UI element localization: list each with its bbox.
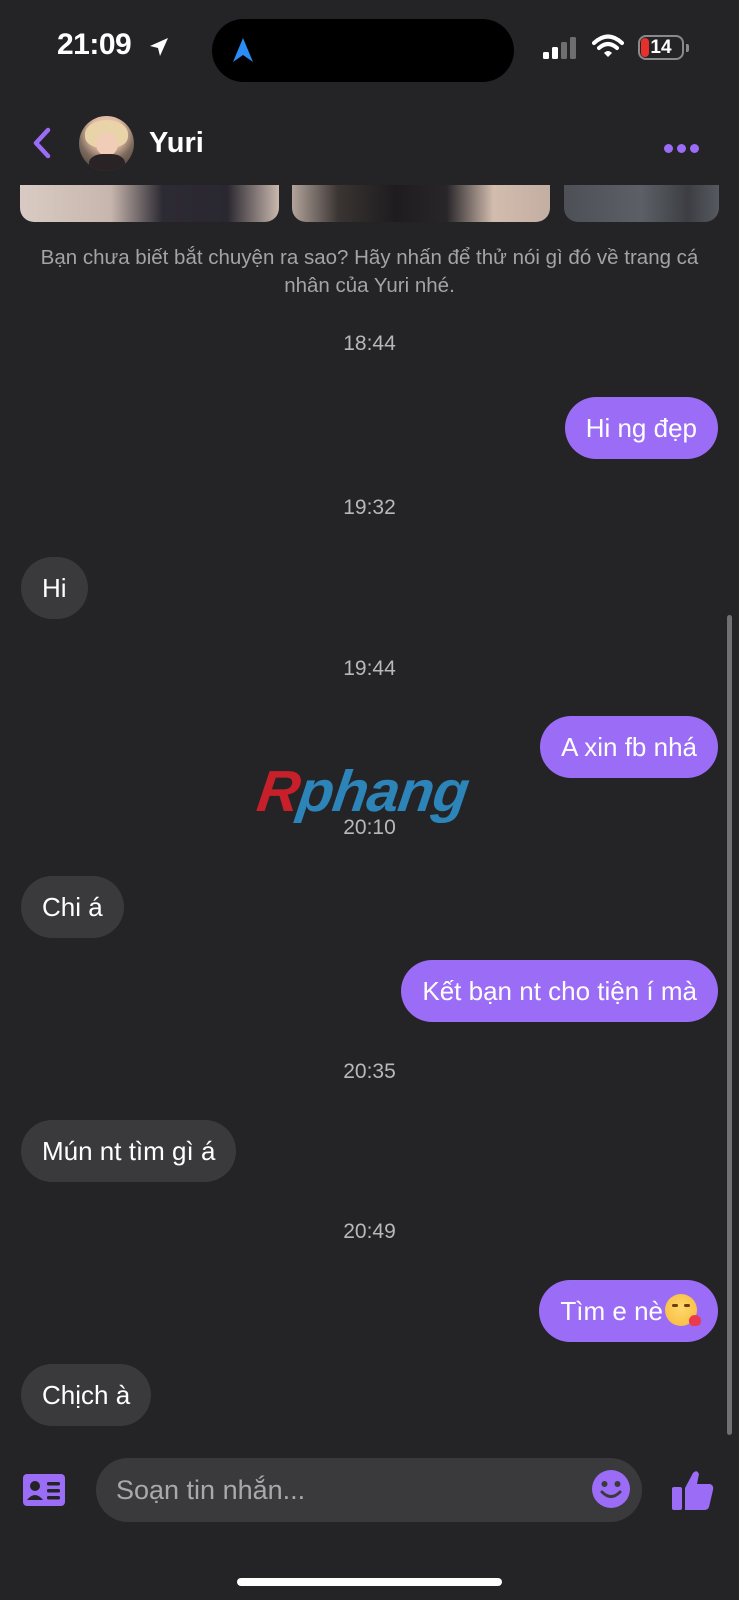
message-input[interactable]: [96, 1458, 642, 1522]
outgoing-message[interactable]: Kết bạn nt cho tiện í mà: [401, 960, 718, 1022]
battery-icon: 14: [638, 35, 689, 60]
incoming-message[interactable]: Mún nt tìm gì á: [21, 1120, 237, 1182]
message-timestamp: 19:44: [343, 657, 396, 680]
message-timestamp: 20:49: [343, 1220, 396, 1243]
wifi-icon: [592, 34, 624, 57]
back-chevron-icon[interactable]: [28, 126, 56, 160]
message-timestamp: 18:44: [343, 332, 396, 355]
contact-name[interactable]: Yuri: [149, 127, 204, 160]
chat-header: Yuri: [0, 110, 739, 185]
dynamic-island: [212, 19, 514, 82]
contact-card-icon[interactable]: [23, 1474, 65, 1506]
home-indicator[interactable]: [237, 1578, 502, 1586]
kissing-face-emoji: [665, 1294, 701, 1326]
incoming-message[interactable]: Chi á: [21, 876, 124, 938]
more-dots-icon[interactable]: [664, 140, 704, 153]
outgoing-message[interactable]: Tìm e nè: [539, 1280, 718, 1342]
outgoing-message[interactable]: A xin fb nhá: [540, 716, 718, 778]
battery-percent: 14: [650, 37, 672, 58]
profile-photo[interactable]: [20, 185, 279, 222]
watermark-logo: Rphang: [253, 759, 473, 824]
icebreaker-hint[interactable]: Bạn chưa biết bắt chuyện ra sao? Hãy nhấ…: [30, 244, 709, 300]
message-composer: [0, 1455, 739, 1525]
outgoing-message[interactable]: Hi ng đẹp: [564, 397, 718, 459]
profile-photo[interactable]: [292, 185, 550, 222]
incoming-message[interactable]: Chịch à: [21, 1364, 152, 1426]
navigation-icon: [233, 38, 253, 62]
thumbs-up-icon[interactable]: [671, 1468, 715, 1512]
scrollbar[interactable]: [727, 615, 732, 1435]
status-bar: 21:09 14: [0, 0, 739, 100]
status-time: 21:09: [57, 28, 132, 61]
location-arrow-icon: [150, 38, 168, 56]
message-timestamp: 19:32: [343, 496, 396, 519]
incoming-message[interactable]: Hi: [21, 557, 88, 619]
signal-icon: [543, 37, 576, 59]
emoji-smile-icon[interactable]: [591, 1469, 631, 1509]
profile-photo[interactable]: [564, 185, 719, 222]
message-timestamp: 20:35: [343, 1060, 396, 1083]
message-text: Tìm e nè: [560, 1296, 663, 1326]
avatar[interactable]: [79, 116, 134, 171]
